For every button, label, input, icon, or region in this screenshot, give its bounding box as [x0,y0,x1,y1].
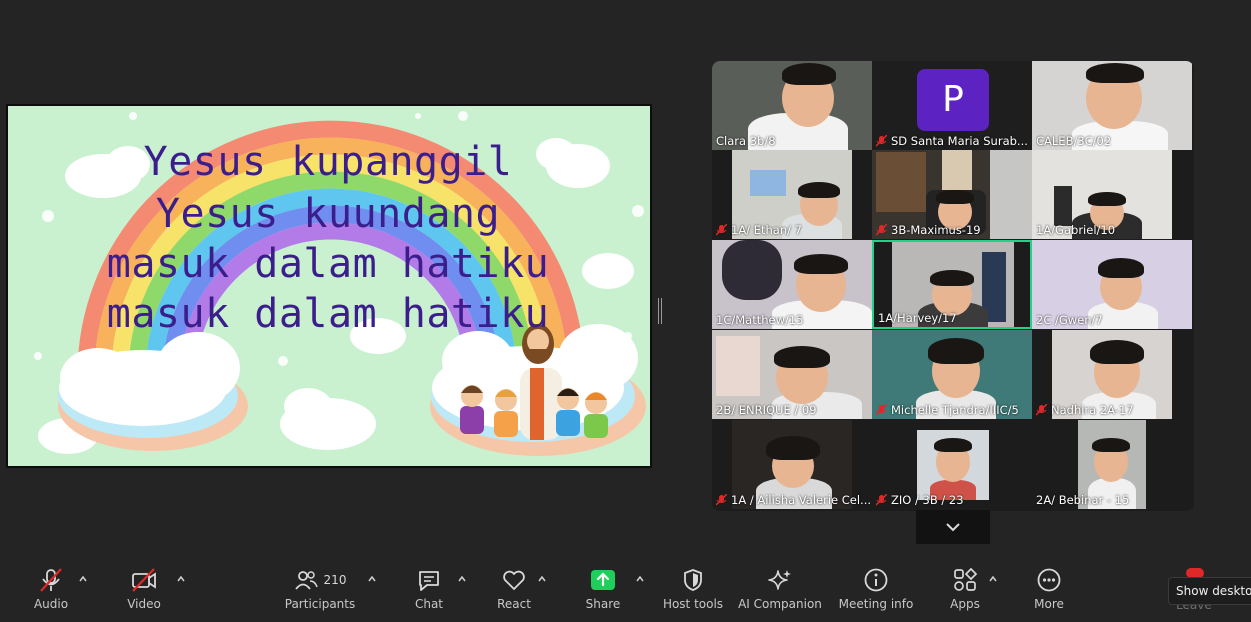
participant-name: 2C /Gwen/7 [1036,313,1103,327]
participant-tile-active-speaker[interactable]: 1A/Harvey/17 [872,240,1032,329]
participant-name: SD Santa Maria Surab... [876,134,1030,148]
panel-resize-handle[interactable] [658,298,662,324]
participants-options-caret[interactable] [367,574,377,584]
mic-muted-icon [876,135,887,147]
chat-icon [419,571,439,591]
participant-tile[interactable]: Nadhira 2A-17 [1032,330,1192,419]
participant-name: Michelle Tjandra/IIIC/5 [876,403,1030,417]
lyric-line-2: Yesus kuundang [155,191,501,237]
meeting-info-button[interactable]: Meeting info [836,566,916,616]
share-options-caret[interactable] [635,574,645,584]
react-label: React [497,597,531,611]
audio-label: Audio [33,597,69,611]
mic-muted-icon [876,404,887,416]
video-options-caret[interactable] [176,574,186,584]
participant-tile[interactable]: P SD Santa Maria Surab... [872,61,1032,150]
chevron-up-icon [79,576,87,582]
participant-name: Nadhira 2A-17 [1036,403,1190,417]
apps-label: Apps [950,597,980,611]
participant-name: 2A/ Bebinar - 15 [1036,493,1130,507]
mic-muted-icon [1036,404,1047,416]
participants-icon [294,571,318,590]
chevron-up-icon [368,576,376,582]
participant-tile[interactable]: 1C/Matthew/15 [712,240,872,329]
host-tools-button[interactable]: Host tools [660,566,726,616]
participant-tile[interactable]: 2A/ Bebinar - 15 [1032,420,1192,509]
share-screen-icon [591,570,615,590]
avatar: P [917,69,989,131]
participants-count: 210 [323,573,347,587]
chat-label: Chat [414,597,444,611]
apps-button[interactable]: Apps [940,566,990,616]
participant-name: 3B-Maximus-19 [876,223,1030,237]
chevron-up-icon [458,576,466,582]
participants-label: Participants [284,597,356,611]
chevron-up-icon [636,576,644,582]
chevron-up-icon [538,576,546,582]
share-button[interactable]: Share [578,566,628,616]
apps-options-caret[interactable] [988,574,998,584]
ai-companion-label: AI Companion [738,597,822,611]
participant-tile[interactable]: Clara 3b/8 [712,61,872,150]
participant-tile[interactable]: Michelle Tjandra/IIIC/5 [872,330,1032,419]
participant-tile[interactable]: 1A/ Ethan/ 7 [712,150,872,239]
video-gallery: Clara 3b/8 P SD Santa Maria Surab... CAL… [712,61,1194,511]
participants-button[interactable]: 210 Participants [284,566,356,616]
meeting-info-label: Meeting info [838,597,914,611]
participant-name: 1A/Harvey/17 [878,311,957,325]
info-icon [864,568,888,592]
chevron-up-icon [989,576,997,582]
participant-tile[interactable]: 2B/ ENRIQUE / 09 [712,330,872,419]
participant-tile[interactable]: CALEB/3C/02 [1032,61,1192,150]
react-button[interactable]: React [489,566,539,616]
participant-tile[interactable]: 2C /Gwen/7 [1032,240,1192,329]
gallery-next-page-button[interactable] [916,510,990,544]
shared-screen-slide: Yesus kupanggil Yesus kuundang masuk dal… [6,104,652,468]
chevron-up-icon [177,576,185,582]
lyric-line-3: masuk dalam hatiku [106,241,550,287]
mic-muted-icon [716,224,727,236]
mic-muted-icon [876,494,887,506]
participant-name: 1A/ Ethan/ 7 [716,223,870,237]
apps-icon [954,567,978,591]
more-label: More [1034,597,1064,611]
chat-options-caret[interactable] [457,574,467,584]
ai-companion-button[interactable]: AI Companion [738,566,822,616]
shield-icon [684,569,702,591]
participant-tile[interactable]: 1A/Gabriel/10 [1032,150,1192,239]
lyric-line-4: masuk dalam hatiku [106,291,550,337]
video-off-icon [132,568,156,592]
participant-name: 1C/Matthew/15 [716,313,804,327]
more-icon [1037,568,1061,592]
more-button[interactable]: More [1024,566,1074,616]
chat-button[interactable]: Chat [404,566,454,616]
show-desktop-tooltip: Show desktop [1168,577,1251,605]
mic-muted-icon [716,494,727,506]
participant-tile[interactable]: 3B-Maximus-19 [872,150,1032,239]
heart-icon [503,570,525,590]
participant-tile[interactable]: 1A / Ailisha Valerie Cel... [712,420,872,509]
participant-tile[interactable]: ZIO / 3B / 23 [872,420,1032,509]
video-button[interactable]: Video [117,566,171,616]
host-tools-label: Host tools [662,597,724,611]
lyric-line-1: Yesus kupanggil [143,139,513,185]
participant-name: 2B/ ENRIQUE / 09 [716,403,817,417]
mic-muted-icon [876,224,887,236]
react-options-caret[interactable] [537,574,547,584]
participant-name: 1A/Gabriel/10 [1036,223,1116,237]
participant-name: Clara 3b/8 [716,134,776,148]
video-label: Video [127,597,161,611]
meeting-toolbar: Audio Video 210 Participants Chat React … [0,560,1251,622]
participant-name: ZIO / 3B / 23 [876,493,1030,507]
mic-muted-icon [40,568,62,592]
audio-button[interactable]: Audio [24,566,78,616]
sparkle-icon [768,570,791,590]
share-label: Share [585,597,621,611]
participant-name: CALEB/3C/02 [1036,134,1112,148]
audio-options-caret[interactable] [78,574,88,584]
chevron-down-icon [946,523,960,532]
participant-name: 1A / Ailisha Valerie Cel... [716,493,870,507]
